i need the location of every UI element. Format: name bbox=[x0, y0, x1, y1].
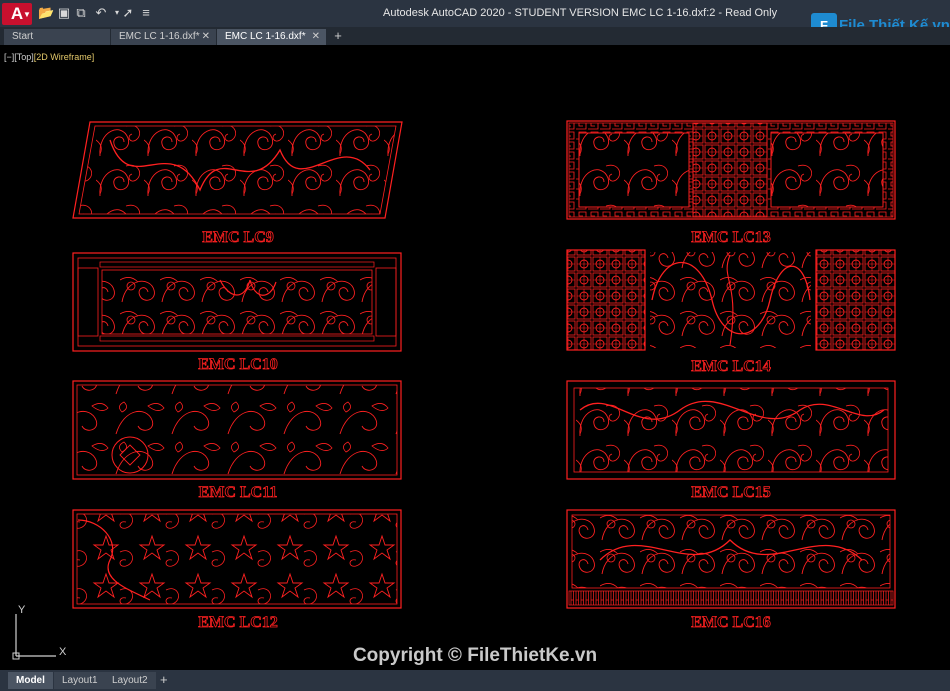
panel-label: EMC LC13 bbox=[691, 229, 771, 246]
panel-label: EMC LC11 bbox=[199, 484, 278, 501]
panel-label: EMC LC14 bbox=[691, 358, 771, 375]
new-layout-button[interactable]: + bbox=[160, 672, 168, 688]
ucs-y-label: Y bbox=[18, 604, 26, 616]
panel-lc9[interactable]: EMC LC9 bbox=[72, 121, 403, 246]
panel-lc14[interactable]: EMC LC14 bbox=[566, 249, 896, 375]
panel-lc12[interactable]: EMC LC12 bbox=[72, 509, 402, 631]
panel-label: EMC LC16 bbox=[691, 614, 771, 631]
tab-layout1[interactable]: Layout1 bbox=[54, 672, 106, 689]
copyright-watermark: Copyright © FileThietKe.vn bbox=[352, 645, 598, 666]
panel-lc13[interactable]: EMC LC13 bbox=[566, 120, 896, 246]
panel-label: EMC LC10 bbox=[198, 356, 278, 373]
panel-label: EMC LC9 bbox=[202, 229, 274, 246]
panel-lc16[interactable]: EMC LC16 bbox=[566, 509, 896, 631]
tab-model[interactable]: Model bbox=[8, 672, 53, 689]
panel-lc10[interactable]: EMC LC10 bbox=[72, 252, 402, 373]
panel-label: EMC LC15 bbox=[691, 484, 771, 501]
panel-label: EMC LC12 bbox=[198, 614, 278, 631]
cad-drawing: EMC LC9 EMC LC10 EMC LC11 EMC LC12 EMC L… bbox=[72, 120, 896, 631]
panel-lc11[interactable]: EMC LC11 bbox=[72, 380, 402, 501]
panel-lc15[interactable]: EMC LC15 bbox=[566, 380, 896, 501]
tab-layout2[interactable]: Layout2 bbox=[104, 672, 156, 689]
layout-tab-bar: Model Layout1 Layout2 bbox=[0, 670, 950, 691]
